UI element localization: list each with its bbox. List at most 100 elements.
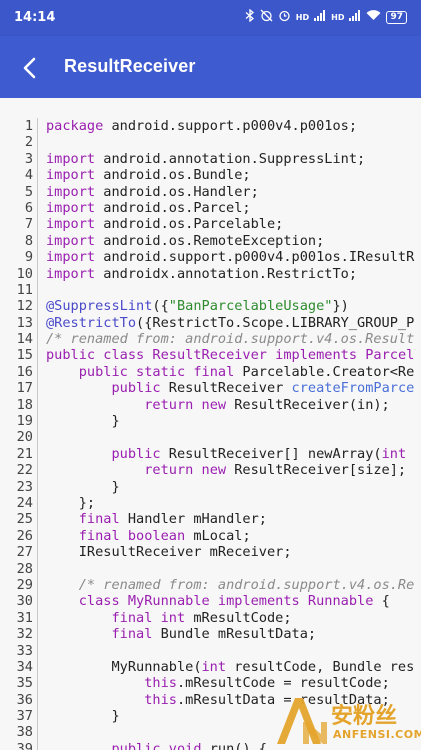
code-token: final int	[111, 609, 186, 626]
code-text: return new ResultReceiver[size];	[46, 462, 406, 478]
code-text: /* renamed from: android.support.v4.os.R…	[46, 331, 414, 347]
code-text: import android.os.Parcelable;	[46, 216, 283, 232]
line-number: 39	[16, 740, 33, 750]
code-token: run() {	[201, 740, 267, 750]
code-text: @SuppressLint({"BanParcelableUsage"})	[46, 298, 349, 314]
code-line: 16 public static final Parcelable.Creato…	[0, 363, 415, 381]
gutter-divider	[37, 396, 38, 414]
line-number: 18	[16, 396, 33, 413]
code-token: .mResultCode = resultCode;	[176, 675, 390, 692]
code-token: }	[46, 413, 120, 430]
line-number: 7	[24, 216, 33, 233]
code-viewer[interactable]: 1 package android.support.p000v4.p001os; 2…	[0, 98, 421, 750]
gutter-divider	[37, 740, 38, 750]
code-token: ({	[152, 298, 169, 315]
gutter-divider	[37, 429, 38, 446]
code-line: 5 import android.os.Handler;	[0, 183, 414, 200]
code-text: import android.support.p000v4.p001os.IRe…	[46, 249, 414, 265]
code-text: import androidx.annotation.RestrictTo;	[46, 266, 357, 282]
code-token: implements	[275, 347, 358, 364]
code-text: package android.support.p000v4.p001os;	[46, 118, 357, 134]
code-text: import android.os.Handler;	[46, 184, 259, 200]
code-token: Parcel	[365, 347, 415, 364]
code-text: final Handler mHandler;	[46, 511, 267, 527]
gutter-divider	[37, 183, 38, 200]
code-token: ResultReceiver[] newArray(	[160, 445, 382, 462]
line-number: 19	[16, 413, 33, 430]
line-number: 34	[16, 658, 33, 675]
code-token: Runnable	[307, 593, 374, 610]
wifi-icon	[366, 10, 381, 24]
code-line: 17 public ResultReceiver createFromParce	[0, 380, 415, 397]
gutter-divider	[37, 691, 38, 709]
code-text: import android.os.Parcel;	[46, 200, 251, 216]
code-token: return new	[144, 396, 227, 413]
gutter-divider	[37, 265, 38, 282]
code-text: public static final Parcelable.Creator<R…	[46, 363, 415, 380]
line-number: 8	[24, 232, 33, 249]
code-line: 8 import android.os.RemoteException;	[0, 232, 414, 250]
code-token: ResultReceiver(in);	[226, 396, 390, 413]
code-token: MyRunnable(	[46, 658, 202, 675]
gutter-divider	[37, 609, 38, 627]
code-token: public static final	[78, 363, 235, 380]
code-text: MyRunnable(int resultCode, Bundle res	[46, 659, 414, 675]
gutter-divider	[37, 708, 38, 725]
code-line: 28	[0, 560, 414, 577]
back-arrow-icon	[23, 57, 36, 79]
line-number: 15	[16, 347, 33, 364]
code-line: 1 package android.support.p000v4.p001os;	[0, 118, 414, 135]
code-line: 30 class MyRunnable implements Runnable …	[0, 593, 414, 610]
anfensi-logo-icon	[277, 698, 327, 744]
code-line: 26 final boolean mLocal;	[0, 527, 414, 545]
code-line: 3 import android.annotation.SuppressLint;	[0, 150, 414, 168]
line-number: 31	[16, 609, 33, 626]
code-token: "BanParcelableUsage"	[168, 298, 333, 315]
gutter-divider	[37, 462, 38, 479]
code-line: 11	[0, 281, 414, 299]
gutter-divider	[37, 544, 38, 561]
code-line: 6 import android.os.Parcel;	[0, 199, 414, 217]
line-number: 25	[16, 511, 33, 528]
back-button[interactable]	[12, 50, 48, 86]
gutter-divider	[37, 527, 38, 545]
code-line: 31 final int mResultCode;	[0, 609, 414, 627]
code-token: package	[46, 118, 104, 134]
code-text: }	[46, 479, 119, 495]
code-line: 27 IResultReceiver mReceiver;	[0, 544, 414, 561]
signal-icon-2	[349, 10, 361, 24]
gutter-divider	[37, 724, 38, 741]
code-token: })	[332, 298, 349, 315]
code-token: import	[46, 167, 96, 184]
line-number: 23	[16, 478, 33, 495]
line-number: 2	[24, 134, 33, 151]
line-number: 33	[16, 642, 33, 659]
line-number: 13	[16, 314, 33, 331]
line-number: 29	[16, 576, 33, 593]
code-line: 29 /* renamed from: android.support.v4.o…	[0, 576, 414, 594]
gutter-divider	[37, 675, 38, 692]
code-token: this	[144, 675, 177, 692]
code-token: android.support.p000v4.p001os.IResultR	[95, 249, 415, 266]
gutter-divider	[37, 216, 38, 233]
code-token: return new	[144, 462, 227, 479]
code-token: import	[46, 199, 96, 216]
code-token: final	[111, 626, 153, 643]
code-token: import	[46, 232, 96, 249]
code-text: final boolean mLocal;	[46, 528, 251, 544]
gutter-divider	[37, 134, 38, 151]
code-token: createFromParce	[291, 380, 415, 397]
line-number: 38	[16, 724, 33, 741]
line-number: 22	[16, 462, 33, 479]
code-token: import	[46, 216, 96, 233]
